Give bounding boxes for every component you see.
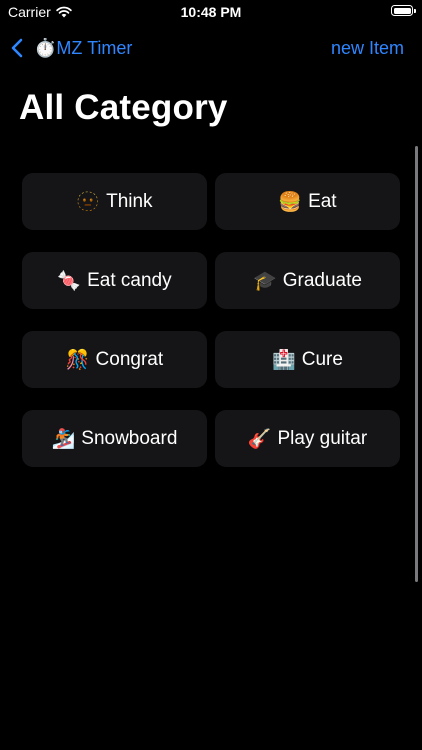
category-label: Think (106, 190, 153, 212)
category-button-play-guitar[interactable]: 🎸 Play guitar (215, 410, 400, 467)
category-button-eat-candy[interactable]: 🍬 Eat candy (22, 252, 207, 309)
navigation-bar: ⏱️MZ Timer new Item (0, 30, 422, 66)
category-label: Snowboard (81, 427, 178, 449)
category-label: Eat candy (87, 269, 172, 291)
category-button-graduate[interactable]: 🎓 Graduate (215, 252, 400, 309)
confetti-emoji-icon: 🎊 (65, 349, 90, 371)
category-label: Eat (308, 190, 337, 212)
category-button-think[interactable]: 🫥 Think (22, 173, 207, 230)
chevron-left-icon (11, 38, 23, 58)
back-button-label: ⏱️MZ Timer (34, 37, 133, 58)
category-grid: 🫥 Think 🍔 Eat 🍬 Eat candy 🎓 Graduate 🎊 C… (22, 173, 400, 467)
vertical-scrollbar[interactable] (415, 146, 418, 582)
category-label: Play guitar (277, 427, 368, 449)
battery-level (393, 7, 411, 14)
battery-icon (391, 5, 416, 16)
status-bar: Carrier 10:48 PM (0, 0, 422, 26)
category-button-cure[interactable]: 🏥 Cure (215, 331, 400, 388)
graduation-cap-emoji-icon: 🎓 (253, 270, 277, 292)
burger-emoji-icon: 🍔 (278, 191, 303, 213)
category-label: Graduate (282, 269, 362, 291)
guitar-emoji-icon: 🎸 (247, 428, 272, 450)
new-item-button[interactable]: new Item (331, 30, 404, 66)
category-button-snowboard[interactable]: 🏂 Snowboard (22, 410, 207, 467)
category-button-congrat[interactable]: 🎊 Congrat (22, 331, 207, 388)
category-label: Cure (301, 348, 343, 370)
back-button[interactable]: ⏱️MZ Timer (8, 30, 132, 66)
snowboarder-emoji-icon: 🏂 (51, 428, 76, 450)
candy-emoji-icon: 🍬 (57, 270, 82, 292)
category-button-eat[interactable]: 🍔 Eat (215, 173, 400, 230)
status-time: 10:48 PM (180, 4, 242, 20)
page-title: All Category (19, 88, 228, 127)
category-label: Congrat (95, 348, 164, 370)
think-emoji-icon: 🫥 (76, 191, 101, 213)
hospital-emoji-icon: 🏥 (272, 349, 296, 371)
